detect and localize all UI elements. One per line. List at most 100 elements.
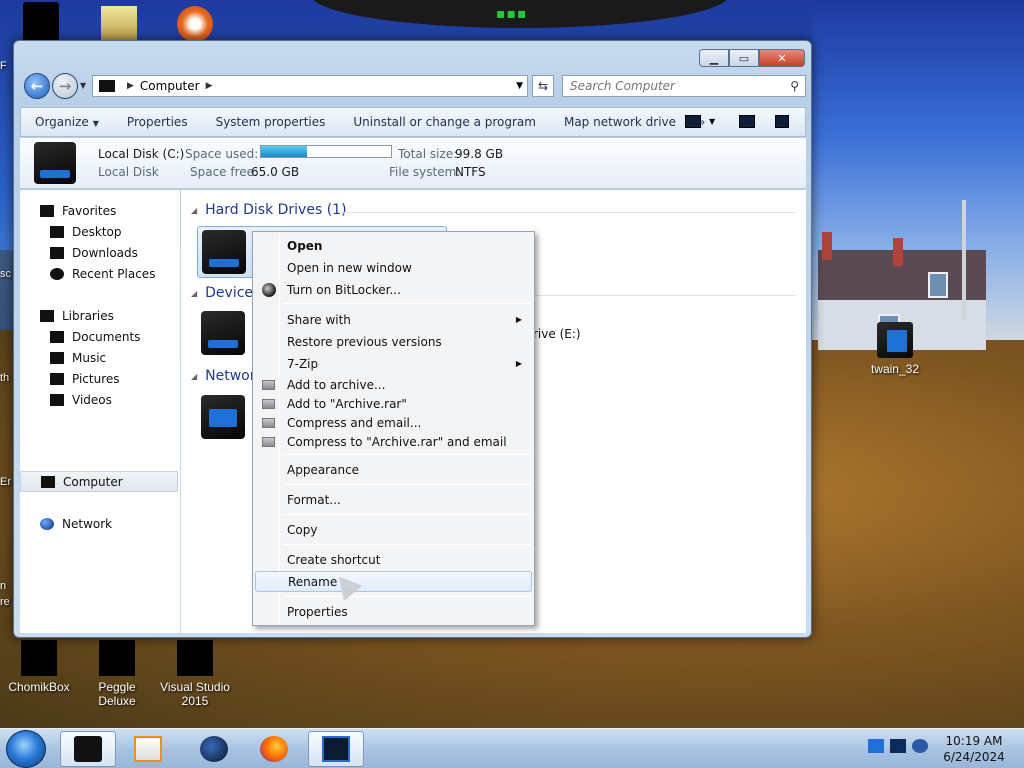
breadcrumb-arrow-icon[interactable]: ▶ bbox=[127, 81, 134, 91]
group-network[interactable]: ◢ Networ bbox=[191, 368, 256, 384]
computer-icon bbox=[99, 80, 115, 92]
refresh-button[interactable]: ⇆ bbox=[532, 75, 554, 97]
explorer-icon bbox=[74, 736, 102, 762]
desktop-icon-twain[interactable]: twain_32 bbox=[856, 322, 934, 376]
menu-item-7zip[interactable]: 7-Zip ▶ bbox=[255, 353, 532, 374]
menu-item-restore-versions[interactable]: Restore previous versions bbox=[255, 331, 532, 352]
search-box[interactable]: ⚲ bbox=[562, 75, 806, 97]
nav-label: Downloads bbox=[72, 245, 138, 260]
view-options-dropdown-icon[interactable]: ▼ bbox=[709, 117, 715, 126]
desktop-icon-chomikbox[interactable]: ChomikBox bbox=[0, 640, 78, 694]
menu-item-create-shortcut[interactable]: Create shortcut bbox=[255, 549, 532, 570]
menu-separator bbox=[283, 514, 531, 515]
address-bar[interactable]: ▶ Computer ▶ ▼ bbox=[92, 75, 528, 97]
folder-icon bbox=[101, 6, 137, 42]
maximize-button[interactable]: ▭ bbox=[729, 49, 759, 67]
menu-item-share-with[interactable]: Share with ▶ bbox=[255, 309, 532, 330]
menu-item-add-to-archive[interactable]: Add to archive... bbox=[255, 374, 532, 395]
breadcrumb-computer[interactable]: Computer bbox=[140, 79, 200, 93]
organize-button[interactable]: Organize ▼ bbox=[21, 115, 113, 129]
drive-e-label[interactable]: rive (E:) bbox=[533, 327, 581, 341]
group-hard-disk-drives[interactable]: ◢ Hard Disk Drives (1) bbox=[191, 202, 347, 218]
nav-favorites[interactable]: Favorites bbox=[20, 200, 178, 221]
collapse-triangle-icon: ◢ bbox=[191, 288, 198, 298]
nav-network[interactable]: Network bbox=[20, 513, 178, 534]
uninstall-program-button[interactable]: Uninstall or change a program bbox=[339, 115, 550, 129]
menu-item-format[interactable]: Format... bbox=[255, 489, 532, 510]
taskbar-media-player[interactable] bbox=[120, 731, 176, 767]
taskbar-explorer[interactable] bbox=[60, 731, 116, 767]
nav-music[interactable]: Music bbox=[20, 347, 178, 368]
nav-downloads[interactable]: Downloads bbox=[20, 242, 178, 263]
globe-icon bbox=[200, 736, 228, 762]
desktop-icon-peggle[interactable]: Peggle Deluxe bbox=[78, 640, 156, 708]
menu-label: Share with bbox=[287, 312, 351, 327]
menu-item-add-to-rar[interactable]: Add to "Archive.rar" bbox=[255, 393, 532, 414]
nav-documents[interactable]: Documents bbox=[20, 326, 178, 347]
collapse-triangle-icon: ◢ bbox=[191, 205, 198, 215]
system-properties-button[interactable]: System properties bbox=[202, 115, 340, 129]
menu-item-compress-rar-email[interactable]: Compress to "Archive.rar" and email bbox=[255, 431, 532, 452]
menu-item-appearance[interactable]: Appearance bbox=[255, 459, 532, 480]
menu-item-open-new-window[interactable]: Open in new window bbox=[255, 257, 532, 278]
menu-item-rename[interactable]: Rename bbox=[255, 571, 532, 592]
recycle-bin-icon bbox=[23, 2, 59, 42]
nav-label: Computer bbox=[63, 474, 123, 489]
network-device-icon[interactable] bbox=[201, 395, 245, 439]
taskbar-firefox[interactable] bbox=[246, 731, 302, 767]
search-icon[interactable]: ⚲ bbox=[790, 79, 799, 93]
close-button[interactable]: ✕ bbox=[759, 49, 805, 67]
menu-item-copy[interactable]: Copy bbox=[255, 519, 532, 540]
nav-recent-places[interactable]: Recent Places bbox=[20, 263, 178, 284]
menu-item-bitlocker[interactable]: Turn on BitLocker... bbox=[255, 279, 532, 300]
properties-button[interactable]: Properties bbox=[113, 115, 202, 129]
recent-pages-dropdown[interactable]: ▼ bbox=[80, 81, 86, 90]
system-clock[interactable]: 10:19 AM 6/24/2024 bbox=[932, 733, 1016, 765]
menu-item-open[interactable]: Open bbox=[255, 235, 532, 256]
desktop-edge-label: th bbox=[0, 372, 10, 384]
taskbar: 10:19 AM 6/24/2024 bbox=[0, 728, 1024, 768]
submenu-arrow-icon: ▶ bbox=[515, 315, 522, 324]
minimize-button[interactable]: ▁ bbox=[699, 49, 729, 67]
menu-label: Add to "Archive.rar" bbox=[287, 396, 407, 411]
preview-pane-icon[interactable] bbox=[739, 115, 755, 128]
space-used-fill bbox=[261, 146, 307, 157]
group-devices[interactable]: ◢ Devices bbox=[191, 285, 260, 301]
file-system-value: NTFS bbox=[455, 165, 486, 179]
menu-item-properties[interactable]: Properties bbox=[255, 601, 532, 622]
window-controls: ▁ ▭ ✕ bbox=[699, 49, 805, 67]
total-size-value: 99.8 GB bbox=[455, 147, 504, 161]
command-bar: Organize ▼ Properties System properties U… bbox=[20, 107, 806, 137]
nav-desktop[interactable]: Desktop bbox=[20, 221, 178, 242]
drive-name: Local Disk (C:) bbox=[98, 147, 185, 161]
help-icon[interactable] bbox=[775, 115, 789, 128]
taskbar-computer[interactable] bbox=[308, 731, 364, 767]
map-network-drive-button[interactable]: Map network drive bbox=[550, 115, 690, 129]
nav-videos[interactable]: Videos bbox=[20, 389, 178, 410]
visual-studio-icon bbox=[177, 640, 213, 676]
address-dropdown-icon[interactable]: ▼ bbox=[516, 81, 523, 91]
desktop-edge-label: F bbox=[0, 60, 7, 72]
breadcrumb-arrow-icon[interactable]: ▶ bbox=[206, 81, 213, 91]
start-button[interactable] bbox=[6, 730, 46, 768]
computer-icon bbox=[322, 736, 350, 762]
menu-separator bbox=[283, 303, 531, 304]
back-button[interactable]: ← bbox=[24, 73, 50, 99]
nav-libraries[interactable]: Libraries bbox=[20, 305, 178, 326]
change-view-icon[interactable] bbox=[685, 115, 701, 128]
desktop-icon-visual-studio[interactable]: Visual Studio 2015 bbox=[156, 640, 234, 708]
wallpaper-flagpole bbox=[962, 200, 966, 320]
search-input[interactable] bbox=[570, 79, 780, 93]
context-menu: Open Open in new window Turn on BitLocke… bbox=[252, 231, 535, 626]
taskbar-globe-app[interactable] bbox=[186, 731, 242, 767]
tray-network-icon[interactable] bbox=[868, 739, 884, 753]
nav-computer[interactable]: Computer bbox=[20, 471, 178, 492]
firefox-icon bbox=[260, 736, 288, 762]
forward-button[interactable]: → bbox=[52, 73, 78, 99]
tray-volume-icon[interactable] bbox=[912, 739, 928, 753]
navigation-pane: Favorites Desktop Downloads Recent Place… bbox=[20, 190, 180, 633]
tray-display-icon[interactable] bbox=[890, 739, 906, 753]
menu-item-compress-email[interactable]: Compress and email... bbox=[255, 412, 532, 433]
removable-drive-icon[interactable] bbox=[201, 311, 245, 355]
nav-pictures[interactable]: Pictures bbox=[20, 368, 178, 389]
